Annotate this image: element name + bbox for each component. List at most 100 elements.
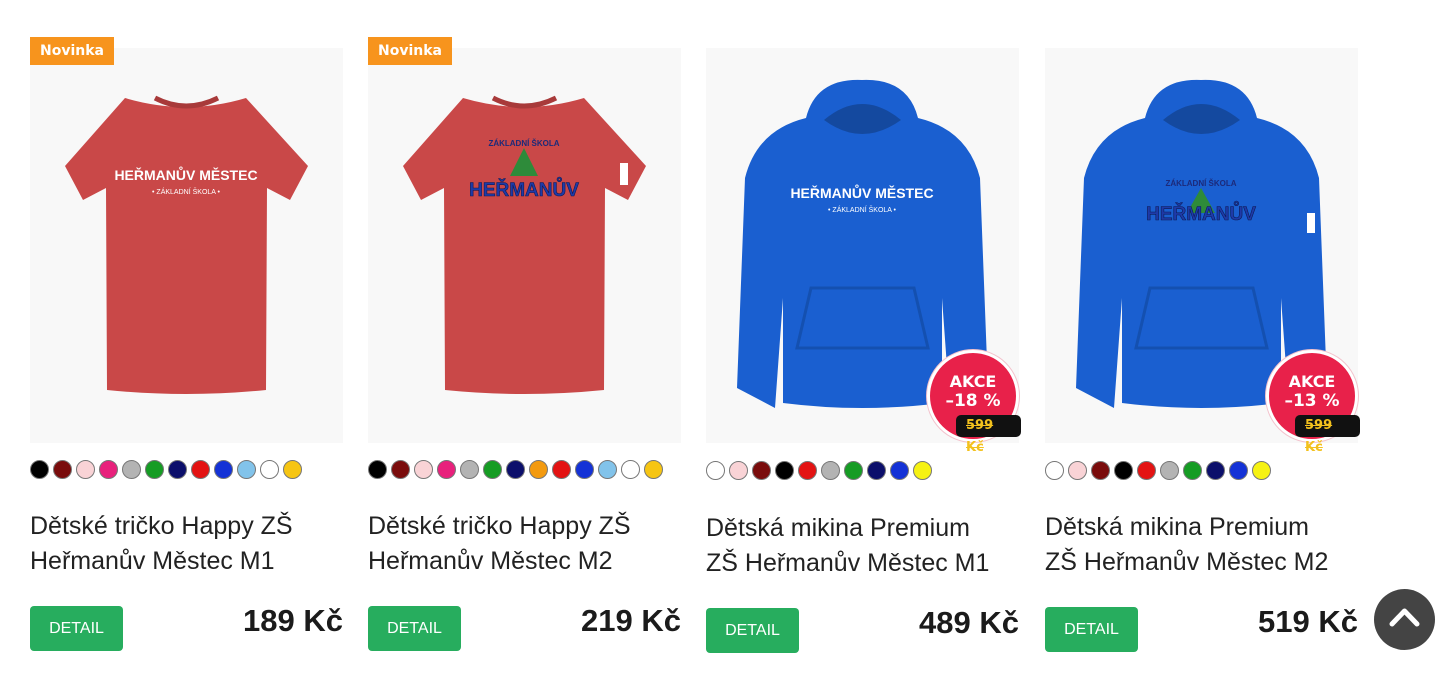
color-swatch[interactable] — [237, 460, 256, 479]
color-swatch[interactable] — [621, 460, 640, 479]
color-swatch[interactable] — [1252, 461, 1271, 480]
title-line-2: Heřmanův Městec M1 — [30, 547, 275, 575]
print-subtext: ZÁKLADNÍ ŠKOLA — [1165, 179, 1236, 188]
sleeve-flag — [1307, 213, 1315, 233]
chevron-up-icon — [1389, 608, 1420, 627]
color-swatch[interactable] — [506, 460, 525, 479]
product-title[interactable]: Dětské tričko Happy ZŠ Heřmanův Městec M… — [368, 509, 683, 579]
product-card: ZÁKLADNÍ ŠKOLA HEŘMANŮV AKCE –13 % 599 K… — [1045, 0, 1360, 676]
detail-button[interactable]: DETAIL — [368, 606, 461, 651]
title-line-2: ZŠ Heřmanův Městec M1 — [706, 549, 990, 577]
color-swatch[interactable] — [575, 460, 594, 479]
novinka-badge: Novinka — [368, 37, 452, 65]
color-swatches — [30, 460, 302, 479]
color-swatch[interactable] — [1206, 461, 1225, 480]
color-swatch[interactable] — [168, 460, 187, 479]
color-swatches — [706, 461, 932, 480]
color-swatch[interactable] — [890, 461, 909, 480]
color-swatch[interactable] — [1137, 461, 1156, 480]
color-swatch[interactable] — [1160, 461, 1179, 480]
color-swatch[interactable] — [414, 460, 433, 479]
color-swatch[interactable] — [1229, 461, 1248, 480]
color-swatch[interactable] — [729, 461, 748, 480]
color-swatch[interactable] — [552, 460, 571, 479]
sale-label: AKCE — [1288, 372, 1336, 391]
product-image[interactable]: ZÁKLADNÍ ŠKOLA HEŘMANŮV — [368, 48, 681, 443]
print-text: HEŘMANŮV MĚSTEC — [114, 165, 257, 183]
product-price: 219 Kč — [581, 603, 681, 638]
tshirt-collar — [491, 95, 558, 109]
print-subtext: • ZÁKLADNÍ ŠKOLA • — [828, 205, 896, 214]
product-price: 189 Kč — [243, 603, 343, 638]
color-swatch[interactable] — [145, 460, 164, 479]
title-line-2: Heřmanův Městec M2 — [368, 547, 613, 575]
product-price: 489 Kč — [919, 605, 1019, 640]
color-swatch[interactable] — [706, 461, 725, 480]
color-swatch[interactable] — [437, 460, 456, 479]
product-card: ZÁKLADNÍ ŠKOLA HEŘMANŮV Novinka Dětské t… — [368, 0, 683, 676]
detail-button[interactable]: DETAIL — [706, 608, 799, 653]
color-swatch[interactable] — [913, 461, 932, 480]
color-swatch[interactable] — [53, 460, 72, 479]
title-line-2: ZŠ Heřmanův Městec M2 — [1045, 548, 1329, 576]
product-title[interactable]: Dětská mikina Premium ZŠ Heřmanův Městec… — [1045, 510, 1360, 580]
tshirt-body — [65, 98, 308, 394]
title-line-1: Dětská mikina Premium — [706, 514, 970, 542]
print-subtext: • ZÁKLADNÍ ŠKOLA • — [152, 187, 220, 196]
color-swatch[interactable] — [99, 460, 118, 479]
color-swatch[interactable] — [821, 461, 840, 480]
color-swatch[interactable] — [1068, 461, 1087, 480]
color-swatch[interactable] — [260, 460, 279, 479]
tshirt-image: ZÁKLADNÍ ŠKOLA HEŘMANŮV — [403, 95, 646, 394]
old-price: 599 Kč — [956, 415, 1021, 455]
color-swatch[interactable] — [283, 460, 302, 479]
product-card: HEŘMANŮV MĚSTEC • ZÁKLADNÍ ŠKOLA • Novin… — [30, 0, 345, 676]
title-line-1: Dětská mikina Premium — [1045, 513, 1309, 541]
title-line-1: Dětské tričko Happy ZŠ — [30, 512, 293, 540]
color-swatch[interactable] — [214, 460, 233, 479]
tshirt-image: HEŘMANŮV MĚSTEC • ZÁKLADNÍ ŠKOLA • — [65, 95, 308, 394]
color-swatch[interactable] — [30, 460, 49, 479]
detail-button[interactable]: DETAIL — [30, 606, 123, 651]
tshirt-collar — [153, 95, 220, 109]
color-swatch[interactable] — [598, 460, 617, 479]
print-text: HEŘMANŮV — [469, 178, 579, 201]
product-title[interactable]: Dětská mikina Premium ZŠ Heřmanův Městec… — [706, 511, 1021, 581]
detail-button[interactable]: DETAIL — [1045, 607, 1138, 652]
color-swatch[interactable] — [752, 461, 771, 480]
color-swatches — [368, 460, 663, 479]
color-swatches — [1045, 461, 1271, 480]
color-swatch[interactable] — [191, 460, 210, 479]
color-swatch[interactable] — [1183, 461, 1202, 480]
color-swatch[interactable] — [1045, 461, 1064, 480]
print-subtext: ZÁKLADNÍ ŠKOLA — [488, 139, 559, 148]
print-text: HEŘMANŮV MĚSTEC — [790, 183, 933, 201]
color-swatch[interactable] — [460, 460, 479, 479]
product-title[interactable]: Dětské tričko Happy ZŠ Heřmanův Městec M… — [30, 509, 345, 579]
product-price: 519 Kč — [1258, 604, 1358, 639]
product-card: HEŘMANŮV MĚSTEC • ZÁKLADNÍ ŠKOLA • AKCE … — [706, 0, 1021, 676]
sale-percent: –18 % — [945, 391, 1001, 411]
product-image[interactable]: HEŘMANŮV MĚSTEC • ZÁKLADNÍ ŠKOLA • — [30, 48, 343, 443]
sale-percent: –13 % — [1284, 391, 1340, 411]
novinka-badge: Novinka — [30, 37, 114, 65]
color-swatch[interactable] — [76, 460, 95, 479]
color-swatch[interactable] — [867, 461, 886, 480]
color-swatch[interactable] — [122, 460, 141, 479]
color-swatch[interactable] — [1091, 461, 1110, 480]
sleeve-flag — [620, 163, 628, 185]
sale-label: AKCE — [949, 372, 997, 391]
scroll-to-top-button[interactable] — [1374, 589, 1435, 650]
old-price: 599 Kč — [1295, 415, 1360, 455]
color-swatch[interactable] — [798, 461, 817, 480]
color-swatch[interactable] — [529, 460, 548, 479]
color-swatch[interactable] — [1114, 461, 1133, 480]
title-line-1: Dětské tričko Happy ZŠ — [368, 512, 631, 540]
color-swatch[interactable] — [368, 460, 387, 479]
color-swatch[interactable] — [844, 461, 863, 480]
color-swatch[interactable] — [644, 460, 663, 479]
color-swatch[interactable] — [483, 460, 502, 479]
print-text: HEŘMANŮV — [1146, 202, 1256, 225]
color-swatch[interactable] — [775, 461, 794, 480]
color-swatch[interactable] — [391, 460, 410, 479]
